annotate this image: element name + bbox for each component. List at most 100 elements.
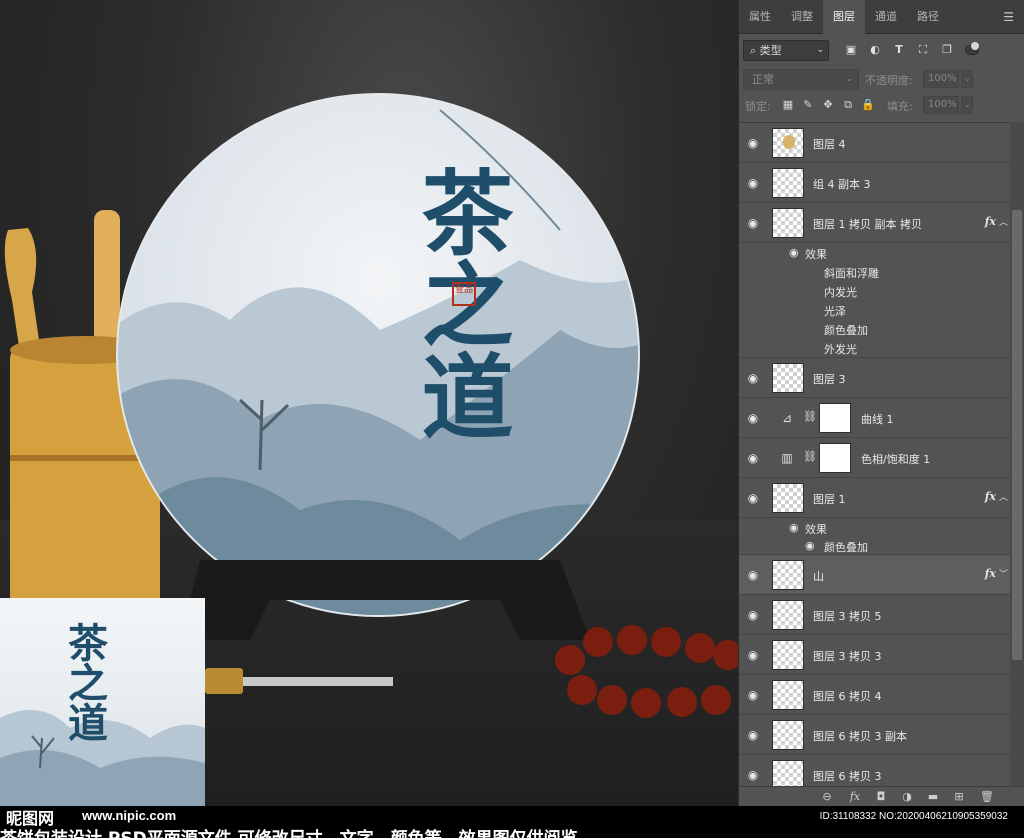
scrollbar-thumb[interactable] (1012, 210, 1022, 660)
new-group-folder-icon[interactable]: ▬ (925, 789, 941, 805)
layer-row[interactable]: ◉ 组 4 副本 3 (739, 163, 1010, 203)
blend-mode-value: 正常 (752, 73, 774, 86)
layer-name: 图层 6 拷贝 3 副本 (813, 730, 907, 743)
add-mask-icon[interactable]: ◘ (873, 789, 889, 805)
fill-slider-toggle[interactable]: ⌄ (961, 96, 973, 114)
effect-item[interactable]: 颜色叠加 (739, 320, 1010, 338)
layer-thumbnail (772, 483, 804, 513)
effect-item[interactable]: 斜面和浮雕 (739, 263, 1010, 281)
effect-item[interactable]: 外发光 (739, 339, 1010, 358)
filter-kind-label: 类型 (759, 44, 782, 57)
chain-link-icon[interactable]: ⛓ (803, 410, 817, 423)
lock-label: 锁定: (745, 100, 771, 113)
eye-icon[interactable]: ◉ (746, 411, 760, 425)
layer-row[interactable]: ◉ 图层 3 拷贝 5 (739, 595, 1010, 635)
layer-row[interactable]: ◉ 图层 6 拷贝 4 (739, 675, 1010, 715)
new-layer-icon[interactable]: ⊞ (951, 789, 967, 805)
opacity-slider-toggle[interactable]: ⌄ (961, 70, 973, 88)
new-adjustment-icon[interactable]: ◑ (899, 789, 915, 805)
layer-row[interactable]: ◉ ▥ ⛓ 色相/饱和度 1 (739, 438, 1010, 478)
layer-row[interactable]: ◉ 图层 4 (739, 123, 1010, 163)
trash-icon[interactable]: 🗑 (979, 789, 995, 805)
chain-link-icon[interactable]: ⛓ (803, 450, 817, 463)
eye-icon[interactable]: ◉ (805, 539, 815, 552)
layer-row[interactable]: ◉ ⊿ ⛓ 曲线 1 (739, 398, 1010, 438)
effect-item[interactable]: 内发光 (739, 282, 1010, 300)
layer-thumbnail (772, 208, 804, 238)
layer-row[interactable]: ◉ 图层 1 拷贝 副本 拷贝 fx ︿ (739, 203, 1010, 243)
effect-label: 颜色叠加 (824, 324, 868, 337)
chevron-down-icon[interactable]: ﹀ (999, 567, 1008, 580)
filter-kind-select[interactable]: ⌕ 类型 ⌄ (743, 40, 829, 61)
watermark-id: ID:31108332 NO:20200406210905359032 (819, 811, 1008, 822)
eye-icon[interactable]: ◉ (746, 371, 760, 385)
fx-icon[interactable]: fx (985, 490, 996, 503)
lock-artboard-icon[interactable]: ⧉ (841, 98, 855, 112)
eye-icon[interactable]: ◉ (746, 728, 760, 742)
hue-saturation-adjustment-icon: ▥ (781, 451, 793, 465)
blend-mode-select[interactable]: 正常 ⌄ (743, 69, 859, 90)
filter-shape-icon[interactable]: ⛶ (915, 42, 931, 58)
tab-paths[interactable]: 路径 (907, 0, 949, 34)
effect-label: 内发光 (824, 286, 857, 299)
eye-icon[interactable]: ◉ (746, 768, 760, 782)
tab-layers[interactable]: 图层 (823, 0, 865, 34)
effect-item[interactable]: ◉ 颜色叠加 (739, 537, 1010, 555)
add-style-fx-icon[interactable]: fx (847, 789, 863, 805)
eye-icon[interactable]: ◉ (746, 491, 760, 505)
opacity-input[interactable]: 100% (923, 70, 959, 88)
eye-icon[interactable]: ◉ (746, 216, 760, 230)
layer-thumbnail (772, 720, 804, 750)
link-layers-icon[interactable]: ⊖ (819, 789, 835, 805)
filter-smart-object-icon[interactable]: ❐ (939, 42, 955, 58)
chevron-up-icon[interactable]: ︿ (999, 215, 1008, 228)
eye-icon[interactable]: ◉ (746, 136, 760, 150)
lock-all-icon[interactable]: 🔒 (861, 98, 875, 112)
panel-tabs: 属性 调整 图层 通道 路径 (739, 0, 1024, 34)
chevron-up-icon[interactable]: ︿ (999, 490, 1008, 503)
layer-name: 组 4 副本 3 (813, 178, 871, 191)
layer-name: 图层 3 拷贝 5 (813, 610, 882, 623)
layer-row[interactable]: ◉ 山 fx ﹀ (739, 555, 1010, 595)
eye-icon[interactable]: ◉ (746, 451, 760, 465)
lock-transparent-icon[interactable]: ▦ (781, 98, 795, 112)
lock-image-brush-icon[interactable]: ✎ (801, 98, 815, 112)
filter-toggle[interactable] (965, 42, 979, 55)
fx-icon[interactable]: fx (985, 567, 996, 580)
eye-icon[interactable]: ◉ (789, 521, 799, 534)
layer-row[interactable]: ◉ 图层 3 拷贝 3 (739, 635, 1010, 675)
eye-icon[interactable]: ◉ (746, 176, 760, 190)
layer-name: 图层 1 (813, 493, 846, 506)
layer-thumbnail (772, 600, 804, 630)
effects-label: 效果 (805, 248, 827, 261)
chevron-down-icon: ⌄ (845, 74, 853, 84)
lock-position-move-icon[interactable]: ✥ (821, 98, 835, 112)
eye-icon[interactable]: ◉ (746, 608, 760, 622)
layer-mask-thumbnail[interactable] (819, 403, 851, 433)
filter-type-icon[interactable]: T (891, 42, 907, 58)
effect-label: 外发光 (824, 343, 857, 356)
eye-icon[interactable]: ◉ (789, 246, 799, 259)
panel-menu-icon[interactable]: ☰ (1003, 10, 1014, 24)
tab-adjustments[interactable]: 调整 (781, 0, 823, 34)
layers-panel: 属性 调整 图层 通道 路径 ☰ ⌕ 类型 ⌄ ▣ ◐ T ⛶ ❐ 正常 ⌄ 不… (738, 0, 1024, 806)
fx-icon[interactable]: fx (985, 215, 996, 228)
layers-bottom-toolbar: ⊖ fx ◘ ◑ ▬ ⊞ 🗑 (739, 786, 1024, 806)
layer-row[interactable]: ◉ 图层 3 (739, 358, 1010, 398)
tab-channels[interactable]: 通道 (865, 0, 907, 34)
layer-name: 图层 6 拷贝 3 (813, 770, 882, 783)
layer-row[interactable]: ◉ 图层 1 fx ︿ (739, 478, 1010, 518)
eye-icon[interactable]: ◉ (746, 648, 760, 662)
tab-properties[interactable]: 属性 (739, 0, 781, 34)
effect-item[interactable]: 光泽 (739, 301, 1010, 319)
fill-input[interactable]: 100% (923, 96, 959, 114)
filter-adjustment-icon[interactable]: ◐ (867, 42, 883, 58)
eye-icon[interactable]: ◉ (746, 688, 760, 702)
effects-header[interactable]: ◉ 效果 (739, 244, 1010, 262)
effects-header[interactable]: ◉ 效果 (739, 519, 1010, 537)
eye-icon[interactable]: ◉ (746, 568, 760, 582)
layer-mask-thumbnail[interactable] (819, 443, 851, 473)
effect-label: 光泽 (824, 305, 846, 318)
filter-pixel-icon[interactable]: ▣ (843, 42, 859, 58)
layer-row[interactable]: ◉ 图层 6 拷贝 3 副本 (739, 715, 1010, 755)
